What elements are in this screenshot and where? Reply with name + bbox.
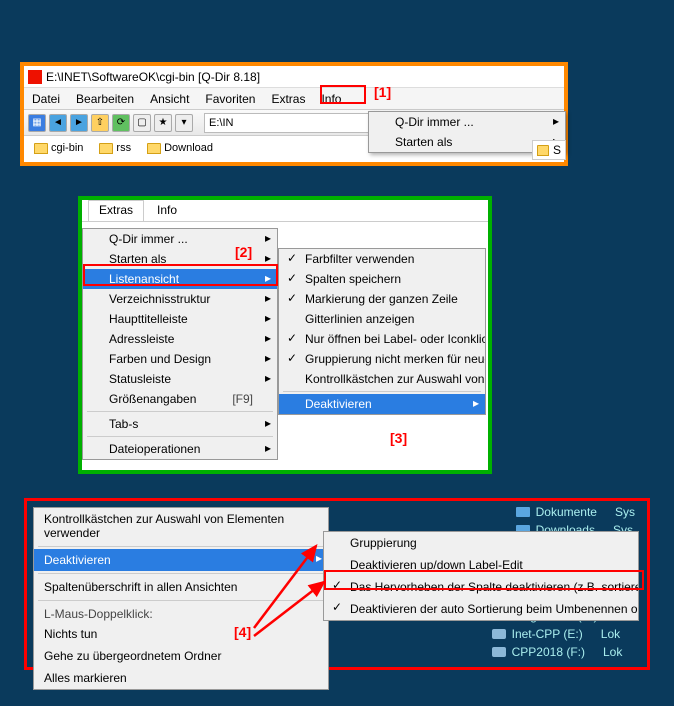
menu-item[interactable]: Kontrollkästchen zur Auswahl von xyxy=(279,369,485,389)
refresh-button[interactable]: ⟳ xyxy=(112,114,130,132)
menubar: Datei Bearbeiten Ansicht Favoriten Extra… xyxy=(24,88,564,110)
separator xyxy=(283,391,481,392)
menu-item[interactable]: Statusleiste xyxy=(83,369,277,389)
menu-item[interactable]: Spaltenüberschrift in allen Ansichten xyxy=(34,576,328,598)
tab-extras[interactable]: Extras xyxy=(88,200,144,221)
tree-item[interactable]: Inet-CPP (E:)Lok xyxy=(492,625,635,643)
menu-item[interactable]: Tab-s xyxy=(83,414,277,434)
highlight-box-extras xyxy=(320,85,366,104)
view-button[interactable]: ▦ xyxy=(28,114,46,132)
menu-item[interactable]: Gitterlinien anzeigen xyxy=(279,309,485,329)
menu-item[interactable]: Nur öffnen bei Label- oder Iconklick xyxy=(279,329,485,349)
menu-extras[interactable]: Extras xyxy=(263,90,313,108)
marker-3: [3] xyxy=(390,430,407,446)
folder-icon xyxy=(34,143,48,154)
folder-tab[interactable]: Download xyxy=(141,142,219,154)
menu-favoriten[interactable]: Favoriten xyxy=(197,90,263,108)
tree-item[interactable]: CPP2018 (F:)Lok xyxy=(492,643,635,661)
marker-2: [2] xyxy=(235,244,252,260)
separator xyxy=(38,600,324,601)
menu-item-deaktivieren[interactable]: Deaktivieren xyxy=(279,394,485,414)
expand-button[interactable]: ▾ xyxy=(175,114,193,132)
folder-icon xyxy=(147,143,161,154)
menu-item[interactable]: Adressleiste xyxy=(83,329,277,349)
menu-item[interactable]: Spalten speichern xyxy=(279,269,485,289)
home-button[interactable]: ▢ xyxy=(133,114,151,132)
column-header[interactable]: S xyxy=(532,140,566,160)
forward-button[interactable]: ► xyxy=(70,114,88,132)
menu-item[interactable]: Farbfilter verwenden xyxy=(279,249,485,269)
folder-tab[interactable]: cgi-bin xyxy=(28,142,89,154)
folder-tab[interactable]: rss xyxy=(93,142,137,154)
marker-4: [4] xyxy=(234,624,251,640)
disk-icon xyxy=(492,629,506,639)
section-label: L-Maus-Doppelklick: xyxy=(34,603,328,623)
app-icon xyxy=(28,70,42,84)
menu-item[interactable]: Deaktivieren der auto Sortierung beim Um… xyxy=(324,598,638,620)
menu-ansicht[interactable]: Ansicht xyxy=(142,90,197,108)
menu-datei[interactable]: Datei xyxy=(24,90,68,108)
menu-item[interactable]: Gehe zu übergeordnetem Ordner xyxy=(34,645,328,667)
up-button[interactable]: ⇧ xyxy=(91,114,109,132)
highlight-box-hervorheben xyxy=(324,570,644,590)
titlebar: E:\INET\SoftwareOK\cgi-bin [Q-Dir 8.18] xyxy=(24,66,564,88)
menu-item[interactable]: Nichts tun xyxy=(34,623,328,645)
marker-1: [1] xyxy=(374,84,391,100)
star-button[interactable]: ★ xyxy=(154,114,172,132)
back-button[interactable]: ◄ xyxy=(49,114,67,132)
submenu-panel: Extras Info Q-Dir immer ... Starten als … xyxy=(78,196,492,474)
folder-icon xyxy=(537,145,549,156)
tree-item[interactable]: DokumenteSys xyxy=(516,503,635,521)
folder-icon xyxy=(99,143,113,154)
menu-item[interactable]: Gruppierung nicht merken für neue xyxy=(279,349,485,369)
window-qdir: E:\INET\SoftwareOK\cgi-bin [Q-Dir 8.18] … xyxy=(20,62,568,166)
menu-item[interactable]: Gruppierung xyxy=(324,532,638,554)
menu-item[interactable]: Größenangaben[F9] xyxy=(83,389,277,409)
separator xyxy=(38,546,324,547)
separator xyxy=(87,436,273,437)
tab-info[interactable]: Info xyxy=(146,200,188,221)
menu-item[interactable]: Kontrollkästchen zur Auswahl von Element… xyxy=(34,508,328,544)
breadcrumb-text: E:\IN xyxy=(209,117,233,129)
menu-item[interactable]: Dateioperationen xyxy=(83,439,277,459)
menu-item[interactable]: Verzeichnisstruktur xyxy=(83,289,277,309)
window-title: E:\INET\SoftwareOK\cgi-bin [Q-Dir 8.18] xyxy=(46,70,260,84)
deaktivieren-menu-left: Kontrollkästchen zur Auswahl von Element… xyxy=(33,507,329,690)
menu-item[interactable]: Farben und Design xyxy=(83,349,277,369)
listenansicht-submenu: Farbfilter verwenden Spalten speichern M… xyxy=(278,248,486,415)
separator xyxy=(87,411,273,412)
menu-item-deaktivieren[interactable]: Deaktivieren xyxy=(34,549,328,571)
highlight-box-listenansicht xyxy=(83,264,278,286)
separator xyxy=(38,573,324,574)
disk-icon xyxy=(492,647,506,657)
folder-icon xyxy=(516,507,530,517)
menu-bearbeiten[interactable]: Bearbeiten xyxy=(68,90,142,108)
extras-menu: Q-Dir immer ... Starten als Listenansich… xyxy=(82,228,278,460)
menu-item[interactable]: Haupttitelleiste xyxy=(83,309,277,329)
menu-item[interactable]: Alles markieren xyxy=(34,667,328,689)
menu-item[interactable]: Markierung der ganzen Zeile xyxy=(279,289,485,309)
menu-item-qdir-immer[interactable]: Q-Dir immer ... xyxy=(369,112,565,132)
